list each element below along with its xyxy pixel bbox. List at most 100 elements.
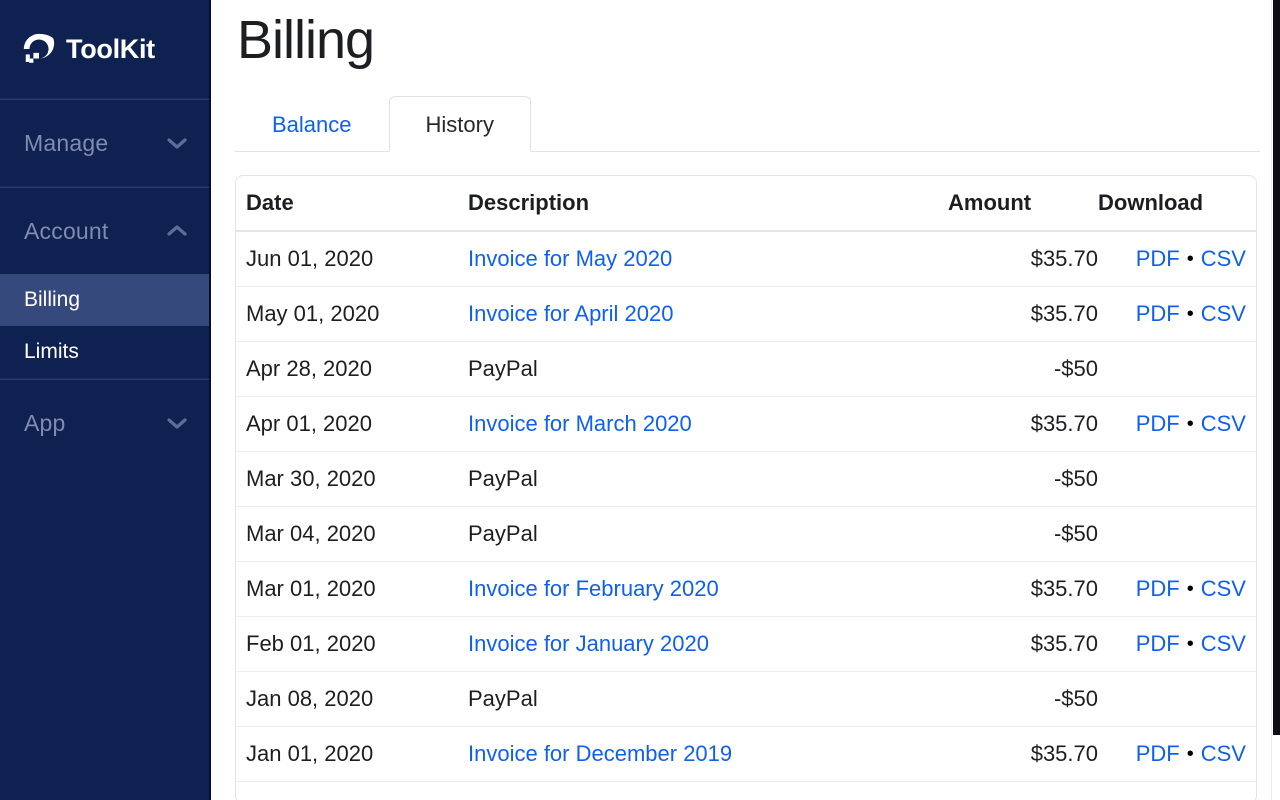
download-pdf-link[interactable]: PDF [1136, 246, 1180, 271]
table-row: Jan 01, 2020 Invoice for December 2019 $35… [236, 726, 1256, 782]
digitalocean-logo-icon [22, 32, 66, 66]
cell-date: Jun 01, 2020 [236, 230, 468, 287]
sidebar-group-manage-label: Manage [24, 129, 109, 156]
invoice-link[interactable]: Invoice for December 2019 [468, 741, 732, 766]
download-separator-dot: • [1186, 633, 1194, 656]
brand-name: ToolKit [66, 33, 155, 64]
chevron-down-icon [167, 137, 187, 149]
download-separator-dot: • [1186, 743, 1194, 766]
cell-amount: $35.70 [948, 230, 1098, 287]
cell-amount: -$50 [948, 506, 1098, 562]
tab-balance[interactable]: Balance [235, 96, 389, 152]
vertical-scrollbar-thumb[interactable] [1273, 0, 1280, 735]
tab-history-label: History [425, 111, 494, 137]
cell-description: Invoice for February 2020 [468, 561, 948, 617]
cell-description: Invoice for April 2020 [468, 286, 948, 342]
download-csv-link[interactable]: CSV [1201, 576, 1246, 601]
cell-date: Mar 01, 2020 [236, 561, 468, 617]
table-row: Apr 28, 2020 PayPal -$50 [236, 341, 1256, 397]
download-pdf-link[interactable]: PDF [1136, 741, 1180, 766]
download-pdf-link[interactable]: PDF [1136, 576, 1180, 601]
table-bottom-padding-cell [948, 781, 1098, 800]
table-row: Mar 01, 2020 Invoice for February 2020 $35… [236, 561, 1256, 617]
column-header-download: Download [1098, 175, 1256, 232]
cell-amount: -$50 [948, 671, 1098, 727]
chevron-up-icon [167, 225, 187, 237]
download-separator-dot: • [1186, 578, 1194, 601]
sidebar-group-manage[interactable]: Manage [0, 100, 209, 186]
cell-amount: $35.70 [948, 616, 1098, 672]
table-bottom-padding-cell [468, 781, 948, 800]
download-pdf-link[interactable]: PDF [1136, 411, 1180, 436]
billing-history-table: Date Description Amount Download Jun 01,… [236, 175, 1256, 800]
table-row: Apr 01, 2020 Invoice for March 2020 $35.70… [236, 396, 1256, 452]
column-header-amount: Amount [948, 175, 1098, 232]
cell-amount: $35.70 [948, 286, 1098, 342]
table-header-row: Date Description Amount Download [236, 175, 1256, 232]
cell-date: Mar 30, 2020 [236, 451, 468, 507]
download-csv-link[interactable]: CSV [1201, 301, 1246, 326]
cell-download [1098, 671, 1256, 727]
brand[interactable]: ToolKit [0, 0, 209, 98]
sidebar-item-limits[interactable]: Limits [0, 326, 209, 378]
cell-description: Invoice for May 2020 [468, 230, 948, 287]
cell-amount: $35.70 [948, 726, 1098, 782]
table-bottom-padding-cell [236, 781, 468, 800]
table-row: Feb 01, 2020 Invoice for January 2020 $35.… [236, 616, 1256, 672]
cell-download [1098, 451, 1256, 507]
cell-download [1098, 341, 1256, 397]
cell-description: Invoice for March 2020 [468, 396, 948, 452]
download-separator-dot: • [1186, 413, 1194, 436]
cell-description: PayPal [468, 341, 948, 397]
cell-date: Mar 04, 2020 [236, 506, 468, 562]
cell-date: Feb 01, 2020 [236, 616, 468, 672]
download-csv-link[interactable]: CSV [1201, 631, 1246, 656]
table-row: Mar 04, 2020 PayPal -$50 [236, 506, 1256, 562]
cell-download: PDF • CSV [1098, 616, 1256, 672]
table-head: Date Description Amount Download [236, 175, 1256, 232]
cell-date: Apr 01, 2020 [236, 396, 468, 452]
invoice-link[interactable]: Invoice for April 2020 [468, 301, 673, 326]
invoice-link[interactable]: Invoice for February 2020 [468, 576, 719, 601]
invoice-link[interactable]: Invoice for March 2020 [468, 411, 692, 436]
cell-amount: -$50 [948, 341, 1098, 397]
cell-amount: -$50 [948, 451, 1098, 507]
cell-amount: $35.70 [948, 396, 1098, 452]
download-csv-link[interactable]: CSV [1201, 246, 1246, 271]
cell-download: PDF • CSV [1098, 726, 1256, 782]
sidebar-item-billing[interactable]: Billing [0, 274, 209, 326]
sidebar-group-account[interactable]: Account [0, 188, 209, 274]
sidebar-item-billing-label: Billing [24, 288, 81, 311]
sidebar-group-app[interactable]: App [0, 380, 209, 466]
download-pdf-link[interactable]: PDF [1136, 631, 1180, 656]
app-root: ToolKit Manage Account Billing Limits Ap… [0, 0, 1280, 800]
table-row: Mar 30, 2020 PayPal -$50 [236, 451, 1256, 507]
cell-download: PDF • CSV [1098, 396, 1256, 452]
cell-description: PayPal [468, 671, 948, 727]
cell-download: PDF • CSV [1098, 561, 1256, 617]
cell-date: Apr 28, 2020 [236, 341, 468, 397]
cell-description: Invoice for January 2020 [468, 616, 948, 672]
vertical-scrollbar-track[interactable] [1271, 0, 1280, 800]
download-pdf-link[interactable]: PDF [1136, 301, 1180, 326]
invoice-link[interactable]: Invoice for January 2020 [468, 631, 709, 656]
tab-history[interactable]: History [388, 95, 531, 152]
sidebar-group-app-label: App [24, 409, 66, 436]
table-bottom-padding [236, 781, 1256, 800]
cell-description: Invoice for December 2019 [468, 726, 948, 782]
cell-download [1098, 506, 1256, 562]
download-separator-dot: • [1186, 303, 1194, 326]
download-separator-dot: • [1186, 248, 1194, 271]
cell-download: PDF • CSV [1098, 286, 1256, 342]
billing-history-card: Date Description Amount Download Jun 01,… [235, 174, 1257, 800]
download-csv-link[interactable]: CSV [1201, 411, 1246, 436]
chevron-down-icon [167, 417, 187, 429]
download-csv-link[interactable]: CSV [1201, 741, 1246, 766]
cell-date: Jan 08, 2020 [236, 671, 468, 727]
cell-description: PayPal [468, 451, 948, 507]
invoice-link[interactable]: Invoice for May 2020 [468, 246, 672, 271]
table-body: Jun 01, 2020 Invoice for May 2020 $35.70 PD… [236, 230, 1256, 800]
page-title: Billing [237, 10, 375, 70]
table-row: Jan 08, 2020 PayPal -$50 [236, 671, 1256, 727]
cell-date: May 01, 2020 [236, 286, 468, 342]
